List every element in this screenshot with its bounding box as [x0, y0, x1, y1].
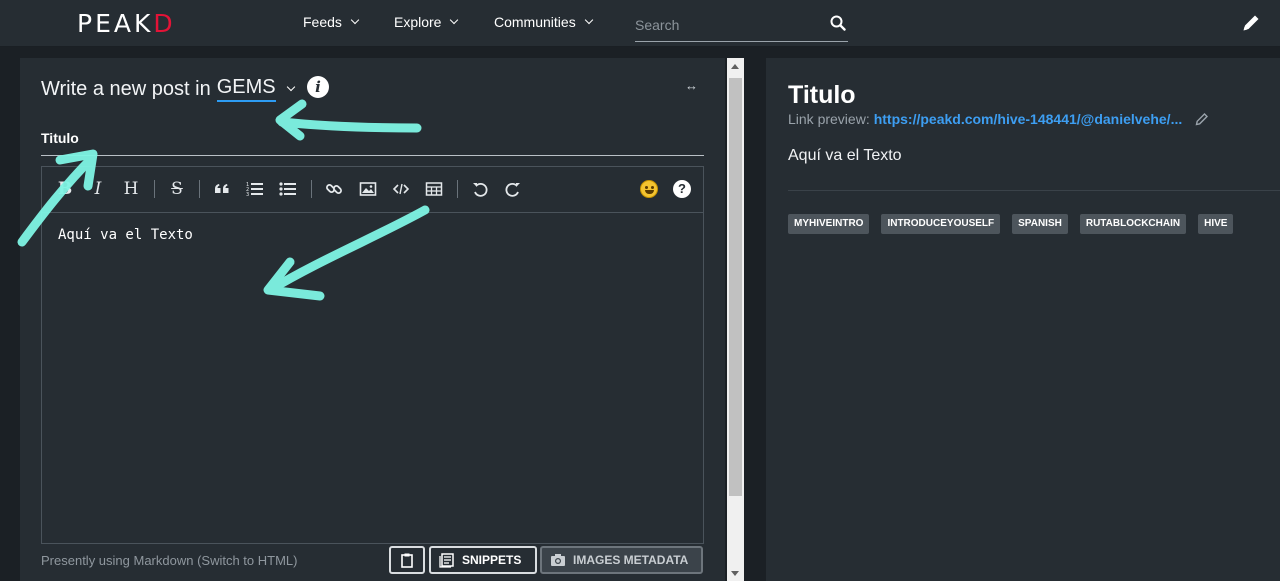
- snippets-button-label: SNIPPETS: [462, 553, 522, 567]
- heading-prefix: Write a new post in: [41, 77, 211, 100]
- markdown-editor: B I H S 123 ? Aquí va el Texto: [41, 166, 704, 544]
- logo-text: PEAK: [77, 9, 154, 38]
- images-metadata-button-label: IMAGES METADATA: [573, 553, 689, 567]
- editor-mode-switch-link[interactable]: Presently using Markdown (Switch to HTML…: [41, 553, 297, 568]
- unordered-list-icon[interactable]: [277, 178, 299, 200]
- snippets-button[interactable]: SNIPPETS: [429, 546, 537, 574]
- scroll-up-arrow-icon[interactable]: [731, 64, 739, 69]
- top-navigation-bar: PEAKD Feeds Explore Communities: [0, 0, 1280, 47]
- preview-title: Titulo: [788, 81, 856, 109]
- nav-communities[interactable]: Communities: [494, 14, 593, 30]
- italic-icon[interactable]: I: [87, 178, 109, 200]
- editor-panel: Write a new post in GEMS i ↔ B I H S 123: [20, 58, 725, 581]
- redo-icon[interactable]: [502, 178, 524, 200]
- tag-chip[interactable]: RUTABLOCKCHAIN: [1079, 214, 1187, 234]
- link-icon[interactable]: [323, 178, 345, 200]
- images-metadata-button[interactable]: IMAGES METADATA: [540, 546, 703, 574]
- preview-body: Aquí va el Texto: [788, 147, 902, 164]
- search-box: [635, 8, 848, 42]
- undo-icon-glyph: [473, 182, 488, 197]
- info-icon[interactable]: i: [307, 76, 329, 98]
- preview-tags: MYHIVEINTRO INTRODUCEYOUSELF SPANISH RUT…: [788, 214, 1234, 234]
- snippets-icon: [439, 553, 454, 568]
- editor-scrollbar[interactable]: [727, 58, 744, 581]
- toolbar-divider: [154, 180, 155, 198]
- quote-icon[interactable]: [211, 178, 233, 200]
- tag-chip[interactable]: SPANISH: [1012, 214, 1068, 234]
- chevron-down-icon: [350, 15, 360, 25]
- chevron-down-icon[interactable]: [286, 82, 295, 91]
- tag-chip[interactable]: MYHIVEINTRO: [788, 214, 870, 234]
- nav-feeds-label: Feeds: [303, 14, 342, 30]
- camera-icon: [551, 554, 565, 566]
- strikethrough-label: S: [171, 179, 183, 199]
- nav-feeds[interactable]: Feeds: [303, 14, 360, 30]
- nav-communities-label: Communities: [494, 14, 576, 30]
- help-icon[interactable]: ?: [673, 180, 691, 198]
- image-icon[interactable]: [357, 178, 379, 200]
- undo-icon[interactable]: [469, 178, 491, 200]
- table-icon[interactable]: [423, 178, 445, 200]
- edit-permlink-pencil-icon[interactable]: [1194, 111, 1210, 127]
- tag-chip[interactable]: HIVE: [1198, 214, 1234, 234]
- write-post-pencil-icon[interactable]: [1240, 12, 1262, 34]
- emoji-picker-icon[interactable]: [640, 180, 658, 198]
- chevron-down-icon: [584, 15, 593, 25]
- heading-icon[interactable]: H: [120, 178, 142, 200]
- chevron-down-icon: [450, 15, 459, 25]
- svg-text:3: 3: [246, 192, 249, 198]
- link-preview-row: Link preview: https://peakd.com/hive-148…: [788, 111, 1210, 127]
- logo-accent-letter: D: [153, 9, 176, 38]
- scrollbar-thumb[interactable]: [729, 78, 742, 496]
- toolbar-divider: [457, 180, 458, 198]
- redo-icon-glyph: [505, 182, 520, 197]
- heading-label: H: [123, 179, 139, 199]
- unordered-list-icon-glyph: [279, 182, 296, 196]
- clipboard-button[interactable]: [389, 546, 425, 574]
- post-preview-panel: Titulo Link preview: https://peakd.com/h…: [766, 58, 1280, 581]
- toolbar-divider: [311, 180, 312, 198]
- community-selector[interactable]: GEMS: [216, 76, 276, 102]
- peakd-logo[interactable]: PEAKD: [77, 9, 176, 38]
- preview-divider: [788, 190, 1280, 191]
- search-icon[interactable]: [830, 15, 846, 31]
- post-body-textarea[interactable]: Aquí va el Texto: [42, 214, 703, 543]
- link-preview-label: Link preview:: [788, 111, 870, 127]
- image-icon-glyph: [359, 182, 377, 196]
- nav-explore-label: Explore: [394, 14, 442, 30]
- expand-editor-icon[interactable]: ↔: [685, 78, 698, 93]
- code-icon[interactable]: [390, 178, 412, 200]
- code-icon-glyph: [392, 183, 410, 195]
- bold-icon[interactable]: B: [54, 178, 76, 200]
- italic-label: I: [94, 179, 102, 199]
- ordered-list-icon[interactable]: 123: [244, 178, 266, 200]
- nav-explore[interactable]: Explore: [394, 14, 459, 30]
- scroll-down-arrow-icon[interactable]: [731, 571, 739, 576]
- post-title-input[interactable]: [41, 126, 704, 156]
- editor-toolbar: B I H S 123 ?: [42, 167, 703, 213]
- search-input[interactable]: [635, 14, 820, 36]
- quote-icon-glyph: [215, 184, 229, 193]
- ordered-list-icon-glyph: 123: [246, 182, 263, 198]
- strikethrough-icon[interactable]: S: [166, 178, 188, 200]
- tag-chip[interactable]: INTRODUCEYOUSELF: [881, 214, 1001, 234]
- post-destination-heading: Write a new post in GEMS: [41, 76, 295, 102]
- link-icon-glyph: [326, 184, 342, 194]
- toolbar-divider: [199, 180, 200, 198]
- clipboard-icon: [401, 553, 413, 568]
- table-icon-glyph: [425, 182, 443, 196]
- bold-label: B: [57, 179, 73, 199]
- link-preview-url[interactable]: https://peakd.com/hive-148441/@danielveh…: [874, 111, 1183, 127]
